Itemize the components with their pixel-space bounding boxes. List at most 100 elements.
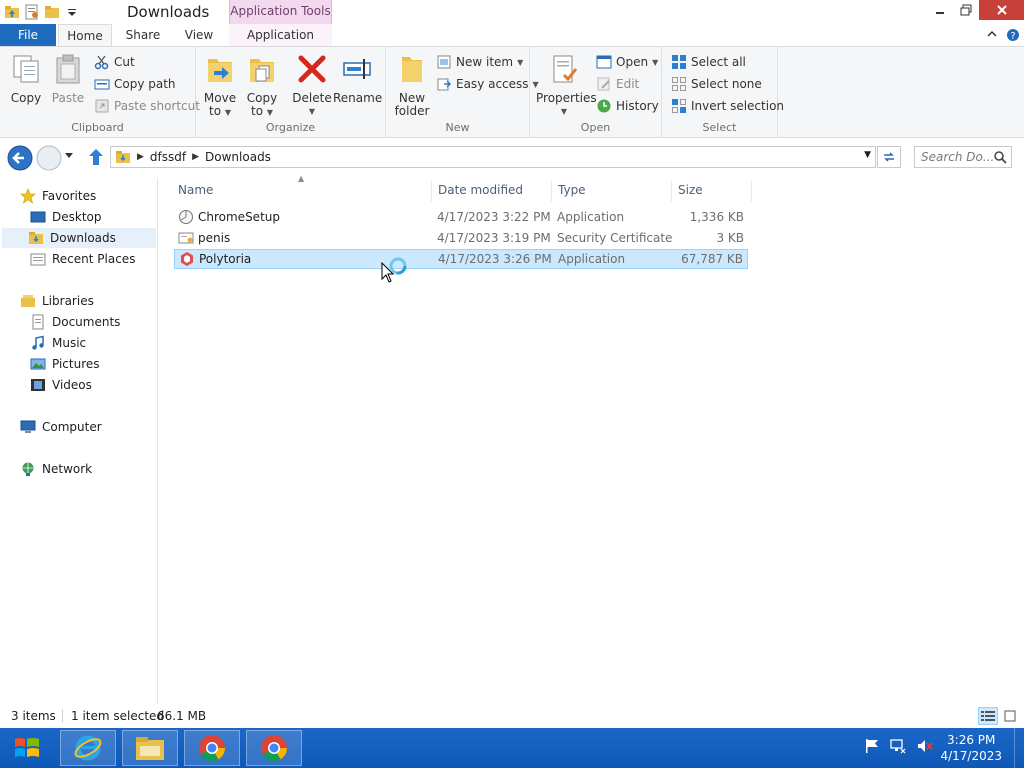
network-tray-icon[interactable] <box>890 738 906 754</box>
new-item-button[interactable]: New item ▼ <box>436 52 523 72</box>
edit-icon <box>597 77 610 91</box>
nav-pictures[interactable]: Pictures <box>30 354 100 374</box>
address-history-dropdown-icon[interactable]: ▼ <box>864 150 871 160</box>
details-view-button[interactable] <box>978 707 998 725</box>
tab-file[interactable]: File <box>0 24 56 46</box>
select-none-button[interactable]: Select none <box>671 74 762 94</box>
search-input[interactable]: Search Do... <box>914 146 1012 168</box>
copy-icon <box>13 55 39 83</box>
nav-videos[interactable]: Videos <box>30 375 92 395</box>
tab-home[interactable]: Home <box>58 24 112 46</box>
refresh-button[interactable] <box>877 146 901 168</box>
navigation-bar: ▶ dfssdf ▶ Downloads ▼ Search Do... <box>0 142 1024 172</box>
status-selected-size: 66.1 MB <box>157 709 207 723</box>
taskbar-chrome-2[interactable] <box>246 730 302 766</box>
select-all-icon <box>672 55 686 69</box>
move-to-button[interactable]: Move to ▼ <box>197 53 243 119</box>
tab-view[interactable]: View <box>172 24 226 46</box>
folder-app-icon[interactable] <box>4 4 20 20</box>
select-all-button[interactable]: Select all <box>671 52 746 72</box>
breadcrumb-dfssdf[interactable]: dfssdf <box>150 150 186 164</box>
file-size: 3 KB <box>716 231 744 245</box>
back-arrow-icon[interactable] <box>7 145 33 171</box>
move-to-label-2-row: to ▼ <box>197 105 243 119</box>
help-icon[interactable]: ? <box>1006 28 1020 42</box>
start-button[interactable] <box>4 732 50 764</box>
minimize-ribbon-icon[interactable] <box>986 28 998 40</box>
search-icon[interactable] <box>993 150 1007 164</box>
easy-access-label: Easy access <box>456 77 529 91</box>
rename-button[interactable]: Rename <box>333 53 382 105</box>
nav-recent-places[interactable]: Recent Places <box>30 249 135 269</box>
delete-button[interactable]: Delete ▼ <box>289 53 335 118</box>
refresh-icon <box>884 152 894 162</box>
nav-network[interactable]: Network <box>20 459 92 479</box>
large-icons-view-icon <box>1004 710 1016 722</box>
file-row-polytoria[interactable]: Polytoria 4/17/2023 3:26 PM Application … <box>174 249 748 269</box>
show-desktop-button[interactable] <box>1014 728 1024 768</box>
new-item-label: New item <box>456 55 514 69</box>
column-header-name[interactable]: Name <box>172 180 432 202</box>
customize-qat-dropdown-icon[interactable] <box>64 4 80 20</box>
new-folder-qat-icon[interactable] <box>44 4 60 20</box>
recent-locations-dropdown-icon[interactable] <box>64 152 74 160</box>
edit-button[interactable]: Edit <box>596 74 639 94</box>
action-center-flag-icon[interactable] <box>864 738 880 754</box>
large-icons-view-button[interactable] <box>1000 707 1020 725</box>
tab-application[interactable]: Application <box>229 24 332 46</box>
volume-muted-icon[interactable] <box>916 738 934 754</box>
cut-button[interactable]: Cut <box>94 52 135 72</box>
copy-to-button[interactable]: Copy to ▼ <box>239 53 285 119</box>
new-folder-label-2: folder <box>394 104 430 118</box>
file-row-chromesetup[interactable]: ChromeSetup 4/17/2023 3:22 PM Applicatio… <box>174 207 748 227</box>
move-to-icon <box>208 59 232 82</box>
column-header-type[interactable]: Type <box>552 180 672 202</box>
properties-button[interactable]: Properties ▼ <box>536 53 597 118</box>
breadcrumb-downloads[interactable]: Downloads <box>205 150 271 164</box>
paste-button[interactable]: Paste <box>45 53 91 105</box>
tab-share[interactable]: Share <box>116 24 170 46</box>
paste-shortcut-button[interactable]: Paste shortcut <box>94 96 200 116</box>
nav-favorites[interactable]: Favorites <box>20 186 96 206</box>
nav-favorites-label: Favorites <box>42 189 97 203</box>
forward-arrow-icon[interactable] <box>36 145 62 171</box>
nav-music[interactable]: Music <box>30 333 86 353</box>
properties-qat-icon[interactable] <box>24 4 40 20</box>
close-button[interactable] <box>979 0 1024 20</box>
chrome-icon <box>261 735 288 762</box>
up-arrow-icon[interactable] <box>88 148 104 166</box>
taskbar-internet-explorer[interactable] <box>60 730 116 766</box>
copy-path-button[interactable]: Copy path <box>94 74 176 94</box>
rename-icon <box>343 59 371 79</box>
new-folder-button[interactable]: New folder <box>389 53 435 118</box>
paste-shortcut-icon <box>95 99 109 113</box>
maximize-button[interactable] <box>953 0 979 20</box>
nav-computer[interactable]: Computer <box>20 417 102 437</box>
file-row-penis[interactable]: penis 4/17/2023 3:19 PM Security Certifi… <box>174 228 748 248</box>
close-icon <box>996 5 1007 15</box>
breadcrumb-separator-icon[interactable]: ▶ <box>192 152 199 162</box>
easy-access-button[interactable]: Easy access ▼ <box>436 74 539 94</box>
nav-libraries[interactable]: Libraries <box>20 291 94 311</box>
open-button[interactable]: Open ▼ <box>596 52 658 72</box>
navigation-pane: Favorites Desktop Downloads Recent Place… <box>0 178 158 704</box>
minimize-button[interactable] <box>927 0 953 20</box>
nav-documents[interactable]: Documents <box>30 312 120 332</box>
file-name: penis <box>198 231 231 245</box>
taskbar-file-explorer[interactable] <box>122 730 178 766</box>
history-button[interactable]: History <box>596 96 659 116</box>
breadcrumb-separator-icon[interactable]: ▶ <box>137 152 144 162</box>
column-header-date-modified[interactable]: Date modified <box>432 180 552 202</box>
file-type: Application <box>558 252 626 266</box>
taskbar-clock[interactable]: 3:26 PM 4/17/2023 <box>940 732 1002 764</box>
column-header-size[interactable]: Size <box>672 180 752 202</box>
nav-desktop[interactable]: Desktop <box>30 207 102 227</box>
copy-button[interactable]: Copy <box>3 53 49 105</box>
documents-icon <box>32 314 44 330</box>
chrome-icon <box>199 735 226 762</box>
invert-selection-button[interactable]: Invert selection <box>671 96 784 116</box>
nav-downloads[interactable]: Downloads <box>2 228 156 248</box>
taskbar-chrome-1[interactable] <box>184 730 240 766</box>
details-view-icon <box>981 711 995 721</box>
address-bar[interactable]: ▶ dfssdf ▶ Downloads ▼ <box>110 146 876 168</box>
